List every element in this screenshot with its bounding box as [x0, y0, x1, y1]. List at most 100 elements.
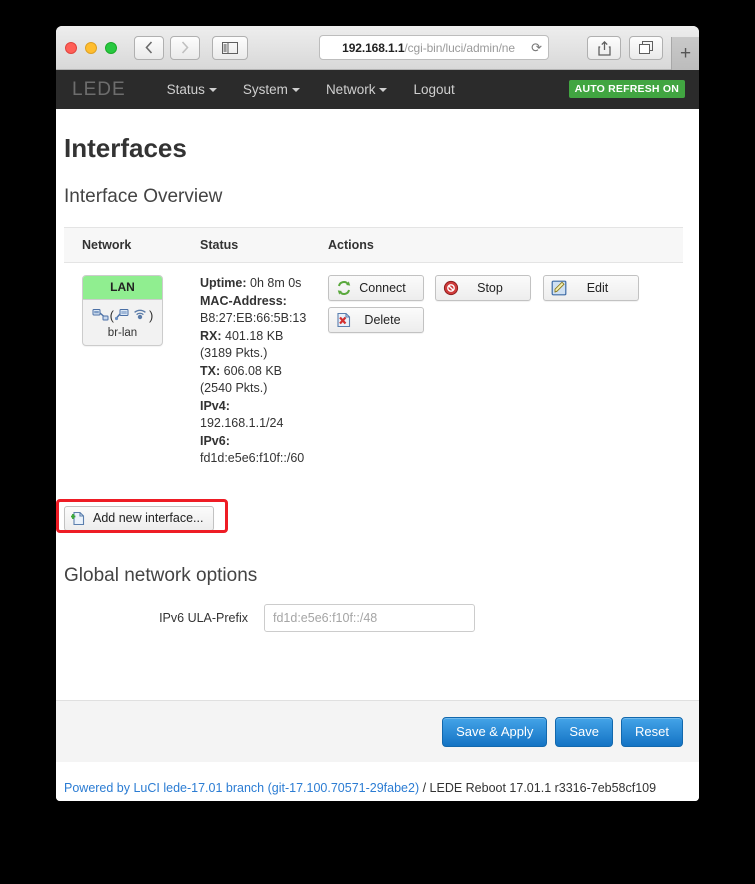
column-header-status: Status [182, 227, 310, 263]
auto-refresh-badge[interactable]: AUTO REFRESH ON [568, 80, 685, 98]
status-mac-value: B8:27:EB:66:5B:13 [200, 311, 307, 325]
firmware-version-text: / LEDE Reboot 17.01.1 r3316-7eb58cf109 [419, 781, 657, 795]
button-label: Connect [359, 281, 406, 295]
url-path: /cgi-bin/luci/admin/ne [404, 40, 515, 55]
reload-icon[interactable]: ⟳ [531, 40, 542, 56]
table-head: Network Status Actions [64, 227, 683, 263]
interface-name: LAN [83, 276, 162, 300]
cell-network: LAN () br-lan [64, 263, 182, 480]
column-header-network: Network [64, 227, 182, 263]
add-new-interface-button[interactable]: Add new interface... [64, 505, 215, 531]
status-label: Uptime: [200, 276, 247, 290]
paren-close: ) [149, 308, 154, 323]
edit-button[interactable]: Edit [542, 275, 639, 301]
nav-label: Network [325, 82, 376, 97]
page-title: Interfaces [64, 133, 187, 163]
delete-button[interactable]: Delete [328, 307, 424, 333]
page-footer: Powered by LuCI lede-17.01 branch (git-1… [56, 781, 699, 795]
stop-icon [443, 280, 459, 296]
button-label: Add new interface... [93, 511, 204, 525]
connect-button[interactable]: Connect [328, 275, 424, 301]
interface-overview-table: Network Status Actions LAN () br-lan Up… [64, 227, 683, 480]
ula-prefix-input[interactable] [264, 603, 475, 632]
status-tx: TX: 606.08 KB [200, 363, 310, 381]
status-ipv6-value: fd1d:e5e6:f10f::/60 [200, 451, 305, 465]
column-header-actions: Actions [310, 227, 683, 263]
ethernet-icon [92, 309, 109, 321]
nav-item-logout[interactable]: Logout [400, 82, 467, 97]
nav-item-status[interactable]: Status [154, 82, 230, 97]
delete-icon [336, 312, 352, 328]
global-options-title: Global network options [64, 564, 258, 586]
add-interface-wrap: Add new interface... [56, 498, 228, 533]
status-rx-packets: (3189 Pkts.) [200, 346, 268, 360]
action-button-row-2: Delete [328, 307, 683, 333]
window-controls [65, 41, 117, 54]
nav-label: System [242, 82, 288, 97]
status-mac-label: MAC-Address: [200, 293, 310, 311]
status-label: MAC-Address: [200, 293, 287, 308]
button-label: Stop [477, 281, 503, 295]
table-row: LAN () br-lan Uptime: 0h 8m 0s MAC-Addr… [64, 263, 683, 480]
status-rx: RX: 401.18 KB [200, 328, 310, 346]
ula-prefix-row: IPv6 ULA-Prefix [64, 603, 683, 632]
form-action-bar: Save & Apply Save Reset [56, 700, 699, 762]
new-tab-button[interactable]: + [671, 37, 699, 70]
browser-window: 192.168.1.1/cgi-bin/luci/admin/ne ⟳ + LE… [56, 26, 699, 801]
ula-prefix-label: IPv6 ULA-Prefix [159, 610, 248, 625]
page-content: Interfaces Interface Overview Network St… [56, 133, 699, 632]
nav-item-network[interactable]: Network [313, 82, 401, 97]
reset-button[interactable]: Reset [621, 716, 683, 747]
save-and-apply-button[interactable]: Save & Apply [442, 716, 548, 747]
button-label: Edit [586, 281, 609, 295]
nav-label: Status [166, 82, 205, 97]
table-header-row: Network Status Actions [64, 227, 683, 263]
ethernet-wifi-icon [115, 309, 129, 321]
back-button[interactable] [134, 35, 164, 60]
chevron-down-icon [379, 88, 388, 93]
minimize-window-button[interactable] [85, 41, 97, 54]
chevron-down-icon [291, 88, 300, 93]
lede-logo: LEDE [72, 78, 126, 100]
status-uptime: Uptime: 0h 8m 0s [200, 275, 310, 293]
interface-badge-lan[interactable]: LAN () br-lan [82, 275, 163, 346]
close-window-button[interactable] [65, 41, 77, 54]
browser-toolbar: 192.168.1.1/cgi-bin/luci/admin/ne ⟳ + [56, 26, 699, 70]
url-host: 192.168.1.1 [342, 40, 405, 55]
interface-device: br-lan [107, 327, 138, 339]
luci-page: LEDE Status System Network Logout AUTO R… [56, 70, 699, 801]
paren-open: ( [109, 308, 114, 323]
nav-item-system[interactable]: System [230, 82, 313, 97]
status-tx-packets: (2540 Pkts.) [200, 381, 268, 395]
table-body: LAN () br-lan Uptime: 0h 8m 0s MAC-Addr… [64, 263, 683, 480]
url-text: 192.168.1.1/cgi-bin/luci/admin/ne [330, 41, 527, 55]
interface-icons: () [83, 300, 162, 326]
cell-status: Uptime: 0h 8m 0s MAC-Address: B8:27:EB:6… [182, 263, 310, 480]
status-value: 0h 8m 0s [246, 276, 302, 290]
status-label: RX: [200, 328, 222, 343]
edit-icon [551, 280, 567, 296]
status-ipv4-label: IPv4: [200, 398, 310, 416]
button-label: Delete [364, 313, 401, 327]
status-ipv6-label: IPv6: [200, 433, 310, 451]
maximize-window-button[interactable] [105, 41, 117, 54]
status-label: IPv4: [200, 398, 230, 413]
new-page-icon [70, 511, 86, 526]
forward-button[interactable] [170, 35, 200, 60]
status-value: 606.08 KB [220, 363, 282, 378]
action-button-row-1: Connect Stop Edit [328, 275, 683, 301]
show-tabs-icon[interactable] [629, 36, 663, 60]
navigation-buttons [134, 35, 200, 60]
stop-button[interactable]: Stop [435, 275, 532, 301]
address-bar[interactable]: 192.168.1.1/cgi-bin/luci/admin/ne ⟳ [319, 35, 549, 60]
luci-version-link[interactable]: Powered by LuCI lede-17.01 branch (git-1… [64, 781, 419, 795]
toolbar-right-group: + [587, 26, 699, 70]
chevron-down-icon [208, 88, 217, 93]
share-icon[interactable] [587, 36, 621, 60]
wifi-icon [134, 309, 146, 320]
section-title: Interface Overview [64, 186, 223, 207]
status-label: TX: [200, 363, 221, 378]
sidebar-toggle-icon[interactable] [212, 35, 248, 60]
status-ipv4-value: 192.168.1.1/24 [200, 416, 284, 430]
save-button[interactable]: Save [555, 716, 614, 747]
